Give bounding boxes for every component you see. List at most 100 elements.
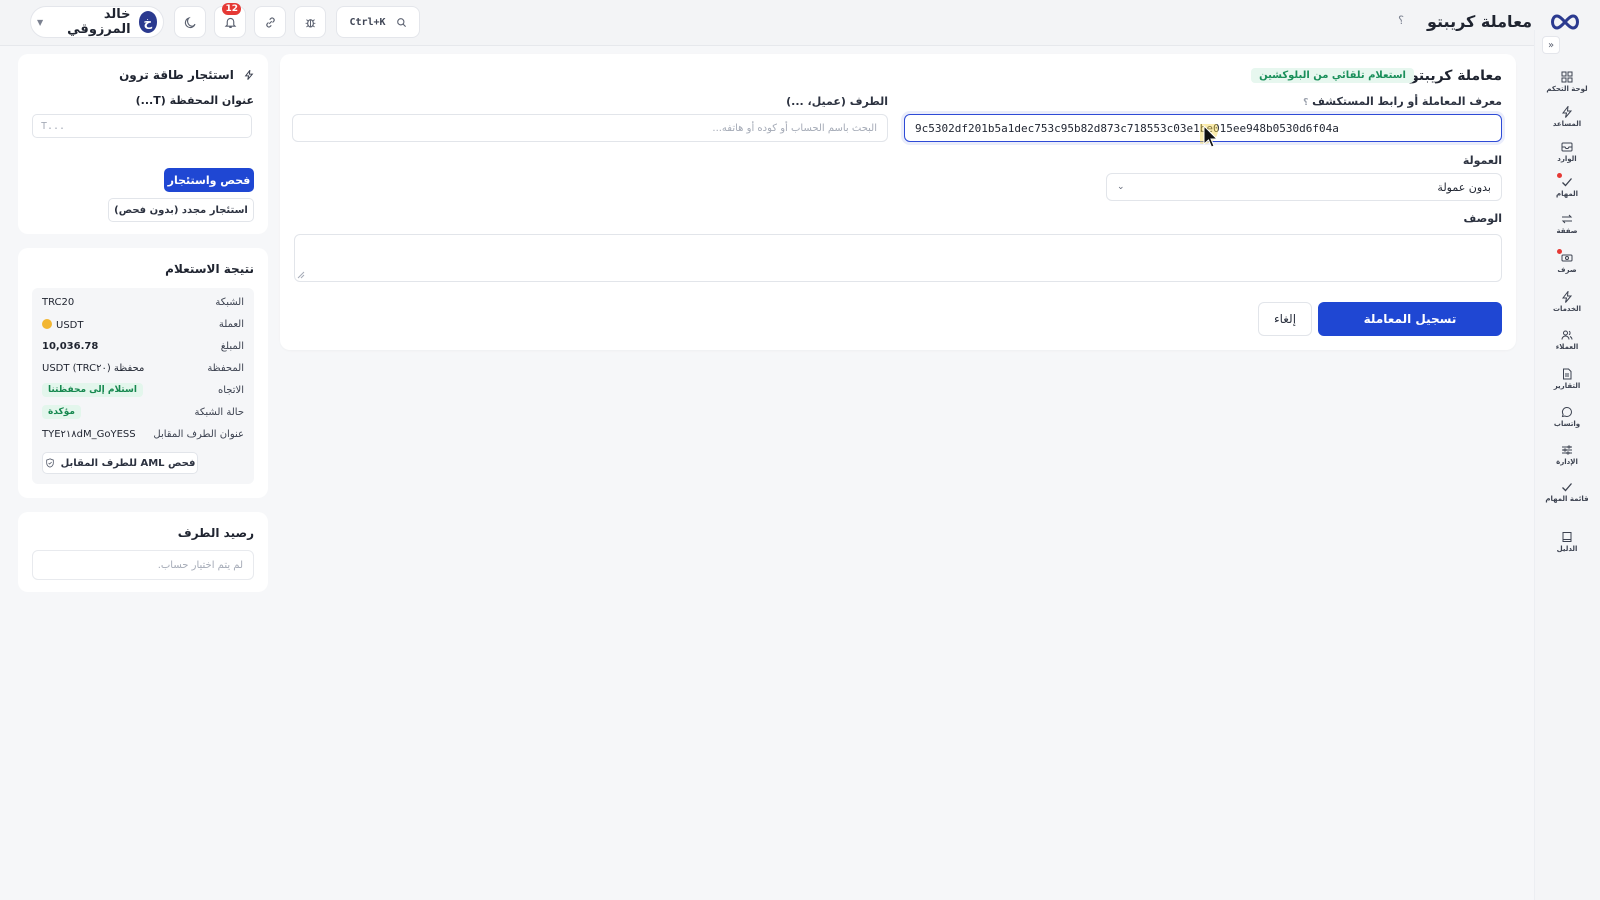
result-details: الشبكة TRC20 العملة USDT المبلغ 10,036.7… [32, 288, 254, 484]
usdt-coin-icon [42, 319, 52, 329]
dashboard-icon [1561, 71, 1573, 83]
users-icon [1561, 330, 1573, 340]
sidebar-item-label: قائمة المهام [1545, 495, 1589, 503]
result-row-direction: الاتجاه استلام إلى محفظتنا [42, 382, 244, 402]
aml-label: فحص AML للطرف المقابل [60, 457, 196, 469]
sidebar-item-dashboard[interactable]: لوحة التحكم [1542, 66, 1592, 98]
cancel-button[interactable]: إلغاء [1258, 302, 1312, 336]
row-label: العملة [218, 319, 244, 330]
commission-select[interactable]: بدون عمولة ⌄ [1106, 173, 1502, 201]
submit-transaction-button[interactable]: تسجيل المعاملة [1318, 302, 1502, 336]
unread-dot [1557, 249, 1562, 254]
user-menu[interactable]: خ خالد المرزوقي ▼ [30, 6, 164, 38]
user-name: خالد المرزوقي [67, 7, 131, 37]
sidebar-item-exchange[interactable]: صرف [1542, 247, 1592, 279]
avatar: خ [138, 11, 157, 33]
theme-toggle-button[interactable] [174, 6, 206, 38]
tron-panel-title: استئجار طاقة ترون [119, 68, 254, 82]
notification-count-badge: 12 [222, 3, 241, 15]
sidebar-item-label: التقارير [1553, 382, 1581, 390]
direction-badge: استلام إلى محفظتنا [42, 383, 143, 397]
row-label: حالة الشبكة [194, 407, 244, 418]
sidebar-item-deal[interactable]: صفقة [1542, 208, 1592, 240]
description-textarea[interactable] [294, 234, 1502, 282]
party-balance-panel: رصيد الطرف لم يتم اختيار حساب. [18, 512, 268, 592]
crypto-transaction-form: معاملة كريبتو استعلام تلقائي من البلوكشي… [280, 54, 1516, 350]
commission-value: بدون عمولة [1437, 180, 1491, 194]
sidebar-item-label: الدليل [1556, 545, 1578, 553]
sidebar-item-whatsapp[interactable]: واتساب [1542, 401, 1592, 433]
exchange-icon [1561, 214, 1573, 224]
row-value: TRC20 [42, 297, 75, 308]
result-panel-title: نتيجة الاستعلام [165, 262, 254, 276]
mouse-cursor-icon [1200, 124, 1219, 148]
sidebar-item-label: لوحة التحكم [1546, 85, 1588, 93]
result-row-wallet: المحفظة محفظة (USDT (TRC۲۰ [42, 360, 244, 380]
sidebar-item-label: واتساب [1553, 420, 1581, 428]
tron-energy-panel: استئجار طاقة ترون عنوان المحفظة (T...) T… [18, 54, 268, 234]
query-result-panel: نتيجة الاستعلام الشبكة TRC20 العملة USDT… [18, 248, 268, 498]
debug-button[interactable] [294, 6, 326, 38]
sidebar-item-inbox[interactable]: الوارد [1542, 136, 1592, 168]
status-badge: مؤكدة [42, 405, 81, 419]
help-icon[interactable]: ؟ [1303, 98, 1308, 108]
row-value: USDT [42, 319, 83, 331]
row-label: الاتجاه [217, 385, 244, 396]
sidebar-item-admin[interactable]: الإدارة [1542, 439, 1592, 471]
party-label: الطرف (عميل، ...) [786, 95, 888, 108]
link-button[interactable] [254, 6, 286, 38]
sidebar: » لوحة التحكم المساعد الوارد المهام صفقة… [1534, 30, 1600, 900]
page-title: معاملة كريبتو [1426, 12, 1532, 31]
chevron-down-icon: ⌄ [1117, 182, 1125, 192]
check-icon [1562, 178, 1572, 187]
bug-icon [305, 18, 315, 28]
result-row-currency: العملة USDT [42, 316, 244, 336]
sidebar-item-label: صرف [1557, 266, 1577, 274]
collapse-sidebar-button[interactable]: » [1542, 36, 1560, 54]
wallet-address-input[interactable]: T... [32, 114, 252, 138]
sidebar-item-label: العملاء [1555, 343, 1579, 351]
sidebar-item-services[interactable]: الخدمات [1542, 286, 1592, 318]
sidebar-item-label: الوارد [1557, 155, 1577, 163]
wallet-placeholder: T... [41, 120, 66, 132]
tron-panel-title-text: استئجار طاقة ترون [119, 68, 234, 82]
row-value: محفظة (USDT (TRC۲۰ [42, 363, 145, 374]
command-search-button[interactable]: Ctrl+K [336, 6, 420, 38]
cash-icon [1561, 254, 1573, 262]
sidebar-item-clients[interactable]: العملاء [1542, 324, 1592, 356]
sidebar-item-todo[interactable]: قائمة المهام [1542, 476, 1592, 508]
sidebar-item-label: المساعد [1552, 120, 1582, 128]
row-label: المحفظة [207, 363, 244, 374]
resize-handle-icon[interactable] [297, 271, 305, 279]
sidebar-item-reports[interactable]: التقارير [1542, 363, 1592, 395]
moon-icon [184, 16, 196, 28]
result-row-amount: المبلغ 10,036.78 [42, 338, 244, 358]
party-placeholder: البحث باسم الحساب أو كوده أو هاتفه... [712, 122, 877, 134]
sidebar-item-label: الإدارة [1556, 458, 1578, 466]
notifications-button[interactable]: 12 [214, 3, 246, 38]
commission-label: العمولة [1462, 154, 1502, 167]
sliders-icon [1562, 445, 1572, 455]
balance-panel-title: رصيد الطرف [177, 526, 254, 540]
result-row-status: حالة الشبكة مؤكدة [42, 404, 244, 424]
rent-again-button[interactable]: استئجار مجدد (بدون فحص) [108, 198, 254, 222]
form-title: معاملة كريبتو [1410, 68, 1502, 84]
book-icon [1562, 532, 1572, 542]
check-icon [1562, 483, 1572, 492]
balance-empty-state: لم يتم اختيار حساب. [32, 550, 254, 580]
aml-check-button[interactable]: فحص AML للطرف المقابل [42, 452, 198, 474]
help-icon[interactable]: ؟ [1398, 14, 1404, 27]
sidebar-item-label: صفقة [1556, 227, 1578, 235]
sidebar-item-assistant[interactable]: المساعد [1542, 101, 1592, 133]
check-and-rent-button[interactable]: فحص واستئجار [164, 168, 254, 192]
row-label: المبلغ [220, 341, 244, 352]
result-row-network: الشبكة TRC20 [42, 294, 244, 314]
bolt-icon [1561, 106, 1573, 118]
sidebar-item-guide[interactable]: الدليل [1542, 526, 1592, 558]
link-icon [265, 16, 275, 28]
shield-icon [45, 458, 54, 468]
sidebar-item-tasks[interactable]: المهام [1542, 171, 1592, 203]
party-search-input[interactable]: البحث باسم الحساب أو كوده أو هاتفه... [292, 114, 888, 142]
inbox-icon [1561, 142, 1573, 152]
unread-dot [1557, 173, 1562, 178]
